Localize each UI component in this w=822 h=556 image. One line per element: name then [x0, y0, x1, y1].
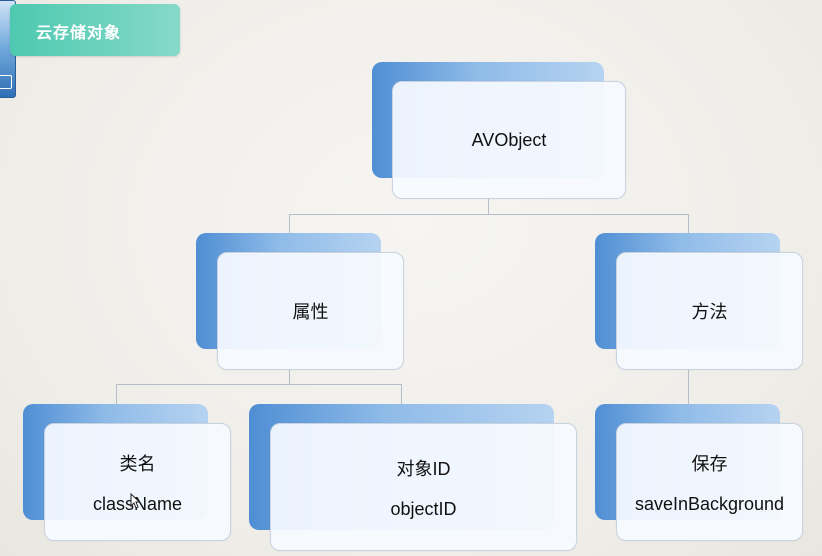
connector-methods-save	[688, 369, 689, 404]
properties-label: 属性	[292, 302, 329, 322]
classname-node: 类名 className	[44, 423, 231, 541]
connector-properties-stem	[289, 369, 290, 385]
avobject-label: AVObject	[471, 129, 547, 150]
avobject-node: AVObject	[392, 81, 626, 199]
connector-to-classname	[116, 384, 117, 404]
mouse-cursor-icon	[130, 493, 140, 509]
methods-node: 方法	[616, 252, 803, 370]
objectid-label: 对象ID	[396, 458, 451, 479]
connector-root-stem	[488, 197, 489, 215]
connector-properties-bar	[116, 384, 402, 385]
connector-to-methods	[688, 214, 689, 234]
connector-root-bar	[289, 214, 689, 215]
objectid-value: objectID	[390, 498, 457, 519]
title-banner: 云存储对象	[10, 4, 180, 56]
methods-label: 方法	[691, 302, 728, 322]
save-node: 保存 saveInBackground	[616, 423, 803, 541]
page-title: 云存储对象	[36, 23, 122, 42]
connector-to-properties	[289, 214, 290, 234]
connector-to-objectid	[401, 384, 402, 404]
save-label: 保存	[691, 453, 728, 474]
objectid-node: 对象ID objectID	[270, 423, 577, 551]
classname-label: 类名	[119, 453, 156, 474]
save-value: saveInBackground	[634, 493, 785, 514]
properties-node: 属性	[217, 252, 404, 370]
